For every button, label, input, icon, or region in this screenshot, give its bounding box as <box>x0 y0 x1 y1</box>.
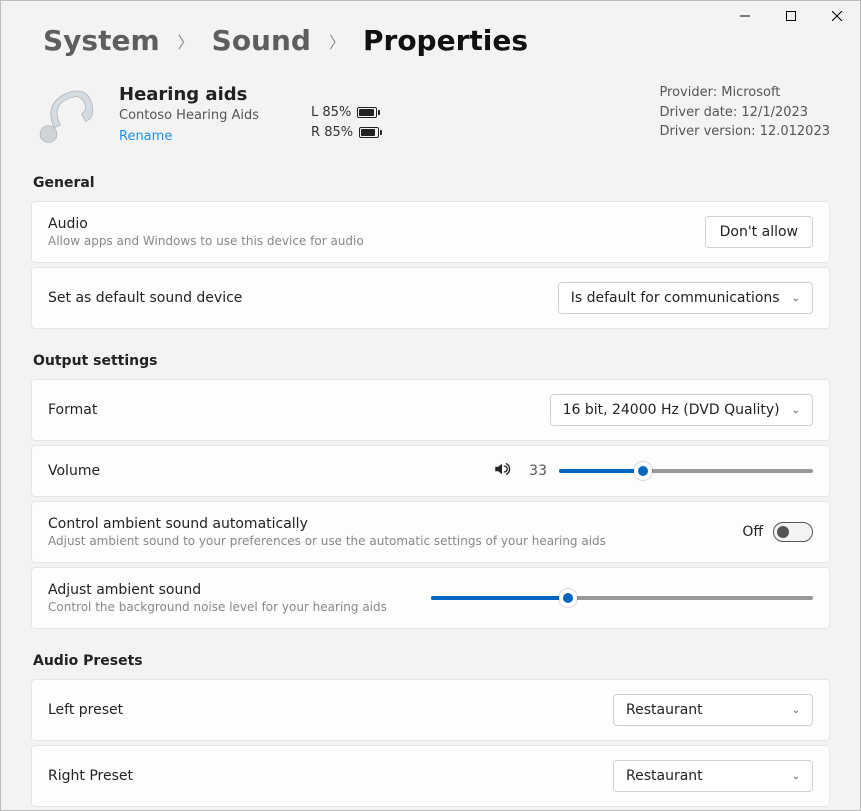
right-preset-dropdown[interactable]: Restaurant ⌄ <box>613 760 813 792</box>
battery-icon <box>357 107 377 118</box>
driver-date: Driver date: 12/1/2023 <box>659 103 830 123</box>
hearing-aid-icon <box>31 83 101 153</box>
ambient-auto-sub: Adjust ambient sound to your preferences… <box>48 534 742 548</box>
dont-allow-button[interactable]: Don't allow <box>705 216 813 248</box>
driver-version: Driver version: 12.012023 <box>659 122 830 142</box>
chevron-down-icon: ⌄ <box>792 405 800 416</box>
volume-slider[interactable] <box>559 461 813 481</box>
breadcrumb: System 〉 Sound 〉 Properties <box>43 24 830 57</box>
card-right-preset: Right Preset Restaurant ⌄ <box>31 745 830 807</box>
card-audio: Audio Allow apps and Windows to use this… <box>31 201 830 263</box>
default-device-dropdown[interactable]: Is default for communications ⌄ <box>558 282 813 314</box>
volume-title: Volume <box>48 463 493 479</box>
ambient-slider[interactable] <box>431 588 814 608</box>
default-title: Set as default sound device <box>48 290 558 306</box>
audio-sub: Allow apps and Windows to use this devic… <box>48 234 705 248</box>
device-name: Hearing aids <box>119 83 259 106</box>
left-preset-value: Restaurant <box>626 702 703 718</box>
device-header: Hearing aids Contoso Hearing Aids Rename… <box>31 83 830 153</box>
ambient-auto-toggle[interactable] <box>773 522 813 542</box>
minimize-button[interactable] <box>722 1 768 31</box>
driver-info: Provider: Microsoft Driver date: 12/1/20… <box>659 83 830 142</box>
card-default-device: Set as default sound device Is default f… <box>31 267 830 329</box>
section-presets: Audio Presets <box>33 653 830 669</box>
format-value: 16 bit, 24000 Hz (DVD Quality) <box>563 402 780 418</box>
maximize-button[interactable] <box>768 1 814 31</box>
speaker-icon[interactable] <box>493 460 511 482</box>
card-left-preset: Left preset Restaurant ⌄ <box>31 679 830 741</box>
card-volume: Volume 33 <box>31 445 830 497</box>
breadcrumb-system[interactable]: System <box>43 24 160 57</box>
card-ambient-adjust: Adjust ambient sound Control the backgro… <box>31 567 830 629</box>
ambient-adjust-title: Adjust ambient sound <box>48 582 431 598</box>
chevron-right-icon: 〉 <box>329 29 345 53</box>
chevron-right-icon: 〉 <box>178 29 194 53</box>
ambient-auto-state: Off <box>742 524 763 540</box>
window-caption-buttons <box>722 1 860 31</box>
format-dropdown[interactable]: 16 bit, 24000 Hz (DVD Quality) ⌄ <box>550 394 813 426</box>
left-preset-dropdown[interactable]: Restaurant ⌄ <box>613 694 813 726</box>
left-preset-title: Left preset <box>48 702 613 718</box>
battery-icon <box>359 127 379 138</box>
breadcrumb-sound[interactable]: Sound <box>212 24 311 57</box>
section-output: Output settings <box>33 353 830 369</box>
driver-provider: Provider: Microsoft <box>659 83 830 103</box>
ambient-auto-title: Control ambient sound automatically <box>48 516 742 532</box>
audio-title: Audio <box>48 216 705 232</box>
breadcrumb-properties: Properties <box>363 24 528 57</box>
right-preset-value: Restaurant <box>626 768 703 784</box>
format-title: Format <box>48 402 550 418</box>
default-device-value: Is default for communications <box>571 290 780 306</box>
card-ambient-auto: Control ambient sound automatically Adju… <box>31 501 830 563</box>
battery-status: L 85% R 85% <box>311 103 379 142</box>
rename-link[interactable]: Rename <box>119 129 172 146</box>
device-manufacturer: Contoso Hearing Aids <box>119 108 259 125</box>
close-button[interactable] <box>814 1 860 31</box>
ambient-adjust-sub: Control the background noise level for y… <box>48 600 431 614</box>
battery-left-label: L 85% <box>311 103 351 123</box>
section-general: General <box>33 175 830 191</box>
volume-value: 33 <box>523 463 547 479</box>
battery-right-label: R 85% <box>311 123 353 143</box>
card-format: Format 16 bit, 24000 Hz (DVD Quality) ⌄ <box>31 379 830 441</box>
chevron-down-icon: ⌄ <box>792 293 800 304</box>
right-preset-title: Right Preset <box>48 768 613 784</box>
chevron-down-icon: ⌄ <box>792 771 800 782</box>
chevron-down-icon: ⌄ <box>792 705 800 716</box>
